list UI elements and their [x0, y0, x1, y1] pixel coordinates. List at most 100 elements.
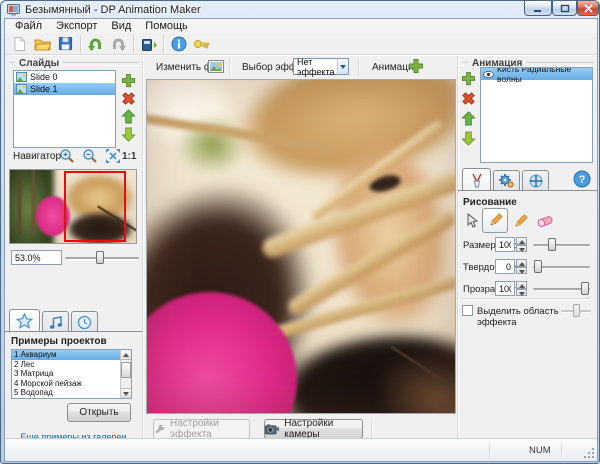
menu-view[interactable]: Вид [105, 19, 137, 33]
scroll-down-button[interactable] [121, 388, 131, 398]
thumb-trunk [18, 174, 21, 234]
example-item[interactable]: 2 Лес [12, 360, 131, 370]
save-button[interactable] [54, 34, 77, 54]
opacity-value-field[interactable] [495, 281, 515, 296]
slide-list-item[interactable]: Slide 0 [14, 71, 115, 83]
navigator-zoom-slider[interactable] [65, 251, 139, 264]
hardness-slider[interactable] [533, 260, 590, 273]
panel-separator [457, 56, 458, 438]
save-icon [58, 36, 73, 51]
add-animation-item-button[interactable] [461, 71, 476, 86]
slider-thumb[interactable] [548, 238, 556, 251]
slider-thumb[interactable] [581, 282, 589, 295]
scroll-up-button[interactable] [121, 350, 131, 360]
tab-transform[interactable] [522, 170, 549, 191]
tab-effect-settings[interactable] [493, 170, 520, 191]
help-button[interactable]: ? [573, 170, 591, 188]
down-arrow-icon [461, 131, 476, 146]
opacity-spinner[interactable] [516, 281, 527, 296]
key-button[interactable] [190, 34, 213, 54]
tab-music[interactable] [42, 311, 69, 332]
resize-grip-icon[interactable] [583, 447, 595, 459]
brush-tool-button-selected[interactable] [482, 208, 508, 233]
add-animation-button[interactable] [408, 58, 424, 74]
delete-x-icon [121, 91, 136, 106]
spin-down-icon[interactable] [516, 289, 527, 297]
tab-brush[interactable] [462, 168, 491, 191]
change-background-icon-button[interactable] [208, 59, 224, 74]
slide-icon [16, 72, 27, 82]
open-button[interactable] [31, 34, 54, 54]
menu-file[interactable]: Файл [9, 19, 48, 33]
photo-hair-strand [146, 112, 331, 152]
slider-thumb[interactable] [534, 260, 542, 273]
chevron-down-icon [340, 65, 346, 69]
minimize-button[interactable] [524, 1, 552, 16]
spin-down-icon[interactable] [516, 245, 527, 253]
menu-export[interactable]: Экспорт [50, 19, 103, 33]
main-toolbar [5, 33, 597, 55]
slider-thumb[interactable] [96, 251, 104, 264]
redo-button[interactable] [107, 34, 130, 54]
delete-slide-button[interactable] [121, 91, 136, 106]
effect-combobox[interactable]: Нет эффекта [293, 58, 349, 75]
highlight-area-checkbox[interactable] [462, 305, 473, 316]
drawing-separator [463, 298, 591, 300]
navigator-thumbnail[interactable] [9, 169, 137, 244]
slide-list-item-selected[interactable]: Slide 1 [14, 83, 115, 95]
zoom-in-button[interactable] [59, 148, 75, 164]
export-movie-button[interactable] [137, 34, 160, 54]
move-slide-up-button[interactable] [121, 109, 136, 124]
example-item[interactable]: 3 Матрица [12, 369, 131, 379]
pencil-tool-button[interactable] [510, 210, 531, 232]
tab-timeline[interactable] [71, 311, 98, 332]
camera-settings-button[interactable]: Настройки камеры [264, 419, 363, 439]
panel-separator [142, 56, 143, 438]
navigator-viewport-rect[interactable] [64, 171, 126, 242]
slider-thumb[interactable] [573, 304, 580, 317]
add-slide-button[interactable] [121, 73, 136, 88]
delete-animation-item-button[interactable] [461, 91, 476, 106]
move-animation-up-button[interactable] [461, 111, 476, 126]
spin-down-icon[interactable] [516, 267, 527, 275]
move-slide-down-button[interactable] [121, 127, 136, 142]
close-button[interactable] [577, 1, 599, 16]
opacity-slider[interactable] [533, 282, 590, 295]
zoom-value-field[interactable] [11, 250, 62, 265]
size-slider[interactable] [533, 238, 590, 251]
move-animation-down-button[interactable] [461, 131, 476, 146]
hardness-spinner[interactable] [516, 259, 527, 274]
combobox-dropdown-button[interactable] [337, 59, 348, 74]
spin-up-icon[interactable] [516, 237, 527, 245]
maximize-button[interactable] [552, 1, 577, 16]
hardness-value-field[interactable] [495, 259, 515, 274]
menu-help[interactable]: Помощь [139, 19, 194, 33]
scroll-up-icon [123, 353, 129, 357]
canvas-photo[interactable] [146, 79, 456, 414]
new-file-button[interactable] [8, 34, 31, 54]
scroll-thumb[interactable] [121, 362, 131, 378]
toolbar-separator [80, 35, 81, 53]
open-example-button[interactable]: Открыть [67, 403, 131, 422]
zoom-out-button[interactable] [82, 148, 98, 164]
undo-button[interactable] [84, 34, 107, 54]
example-item-selected[interactable]: 1 Аквариум [12, 350, 131, 360]
example-item[interactable]: 4 Морской пейзаж [12, 379, 131, 389]
left-tabline [5, 331, 142, 332]
size-spinner[interactable] [516, 237, 527, 252]
spin-up-icon[interactable] [516, 281, 527, 289]
info-button[interactable] [167, 34, 190, 54]
highlight-area-slider[interactable] [561, 304, 591, 317]
size-value-field[interactable] [495, 237, 515, 252]
effect-settings-button[interactable]: Настройки эффекта [153, 419, 250, 439]
zoom-out-icon [82, 148, 98, 164]
animation-list-item-selected[interactable]: Кисть Радиальные волны [481, 68, 592, 80]
example-item[interactable]: 5 Водопад [12, 388, 131, 398]
fit-view-button[interactable] [105, 148, 121, 164]
actual-size-button[interactable]: 1:1 [122, 151, 136, 162]
examples-scrollbar[interactable] [120, 350, 131, 398]
select-tool-button[interactable] [461, 210, 482, 232]
tab-examples[interactable] [9, 309, 40, 332]
eraser-tool-button[interactable] [534, 210, 556, 232]
spin-up-icon[interactable] [516, 259, 527, 267]
